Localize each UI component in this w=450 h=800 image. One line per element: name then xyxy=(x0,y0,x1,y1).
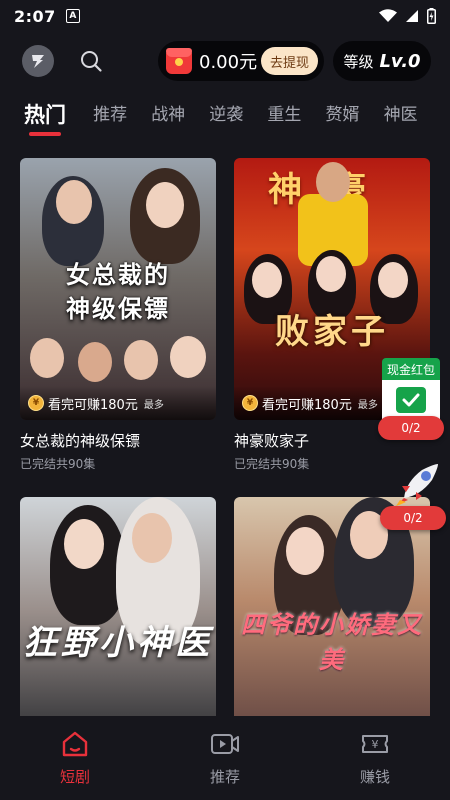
reward-suffix: 最多 xyxy=(357,399,378,411)
wifi-icon xyxy=(379,9,397,22)
tab-comeback[interactable]: 逆袭 xyxy=(209,98,243,138)
reward-text: 看完可赚180元 xyxy=(48,397,138,413)
cash-label: 现金红包 xyxy=(382,358,440,380)
nav-label: 短剧 xyxy=(59,768,90,786)
poster-title: 败家子 xyxy=(275,312,389,352)
balance-amount: 0.00元 xyxy=(199,52,258,73)
nav-label: 推荐 xyxy=(209,768,240,786)
svg-text:¥: ¥ xyxy=(372,738,379,751)
tab-recommend[interactable]: 推荐 xyxy=(93,98,127,138)
nav-item-recommend[interactable]: 推荐 xyxy=(150,716,300,800)
search-button[interactable] xyxy=(76,46,106,76)
home-icon xyxy=(62,731,88,757)
rocket-icon xyxy=(396,464,438,506)
poster-title: 四爷的小娇妻又美 xyxy=(241,611,423,674)
nav-label: 赚钱 xyxy=(359,768,390,786)
status-time: 2:07 xyxy=(14,6,56,26)
reward-strip: ¥ 看完可赚180元 最多 xyxy=(20,386,216,420)
wechat-icon xyxy=(396,387,426,413)
play-icon xyxy=(211,734,239,754)
reward-text: 看完可赚180元 xyxy=(262,397,352,413)
bottom-nav: 短剧 推荐 ¥ 赚钱 xyxy=(0,716,450,800)
drama-poster[interactable]: 狂野小神医 xyxy=(20,497,216,725)
app-logo[interactable] xyxy=(22,45,54,77)
status-indicators xyxy=(379,8,436,24)
drama-title[interactable]: 女总裁的神级保镖 xyxy=(20,430,216,451)
status-bar: 2:07 A xyxy=(0,0,450,32)
nav-item-earn[interactable]: ¥ 赚钱 xyxy=(300,716,450,800)
rocket-progress: 0/2 xyxy=(380,506,446,530)
search-icon xyxy=(81,51,102,72)
red-envelope-icon xyxy=(166,48,192,74)
app-screen: 2:07 A 0.00元 去提现 等级 Lv.0 热门 推荐 战神 逆袭 重生 xyxy=(0,0,450,800)
drama-card[interactable]: 狂野小神医 xyxy=(20,497,216,725)
notification-badge-icon: A xyxy=(65,9,80,23)
coin-icon: ¥ xyxy=(28,395,44,411)
level-label: 等级 xyxy=(343,52,374,71)
tab-son-in-law[interactable]: 赘婿 xyxy=(325,98,359,138)
drama-card[interactable]: 女总裁的 神级保镖 ¥ 看完可赚180元 最多 女总裁的神级保镖 已完结共90集 xyxy=(20,158,216,472)
coin-icon: ¥ xyxy=(242,395,258,411)
nav-item-shorts[interactable]: 短剧 xyxy=(0,716,150,800)
drama-episodes: 已完结共90集 xyxy=(20,457,96,471)
logo-icon xyxy=(32,55,44,68)
category-tabs: 热门 推荐 战神 逆袭 重生 赘婿 神医 xyxy=(0,98,450,144)
poster-title: 女总裁的 神级保镖 xyxy=(66,261,170,323)
tab-divine-doctor[interactable]: 神医 xyxy=(384,98,418,138)
top-bar: 0.00元 去提现 等级 Lv.0 xyxy=(0,38,450,86)
reward-suffix: 最多 xyxy=(143,399,164,411)
poster-title: 狂野小神医 xyxy=(23,623,213,663)
tab-rebirth[interactable]: 重生 xyxy=(267,98,301,138)
tab-hot[interactable]: 热门 xyxy=(24,98,66,138)
level-pill[interactable]: 等级 Lv.0 xyxy=(333,41,431,81)
cash-red-envelope-widget[interactable]: 现金红包 0/2 xyxy=(378,358,444,440)
balance-pill[interactable]: 0.00元 去提现 xyxy=(158,41,324,81)
ticket-icon: ¥ xyxy=(362,735,388,753)
withdraw-button[interactable]: 去提现 xyxy=(260,47,318,75)
rocket-reward-widget[interactable]: 0/2 xyxy=(380,460,446,532)
drama-poster[interactable]: 女总裁的 神级保镖 ¥ 看完可赚180元 最多 xyxy=(20,158,216,420)
cellular-icon xyxy=(406,10,418,22)
level-value: Lv.0 xyxy=(379,50,421,72)
battery-icon xyxy=(427,8,436,24)
cash-progress: 0/2 xyxy=(378,416,444,440)
tab-war-god[interactable]: 战神 xyxy=(151,98,185,138)
